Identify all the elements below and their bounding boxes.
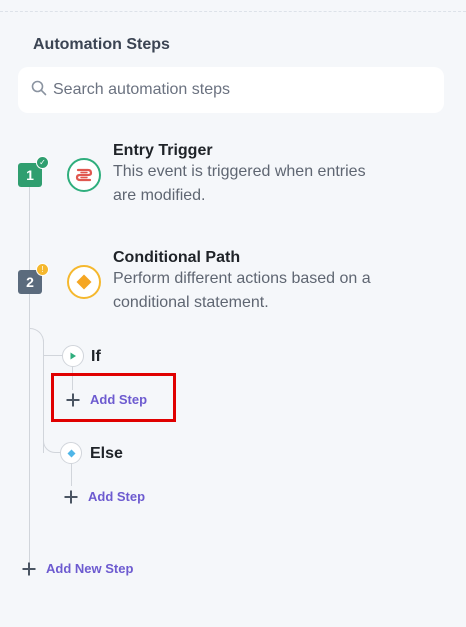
check-icon: ✓	[36, 156, 49, 169]
panel-title: Automation Steps	[33, 36, 170, 53]
add-step-button[interactable]: Add Step	[64, 489, 145, 504]
step-title[interactable]: Conditional Path	[113, 249, 240, 267]
step-description: Perform different actions based on a con…	[113, 270, 371, 311]
entry-trigger-icon[interactable]	[67, 158, 101, 192]
conditional-diamond-icon[interactable]	[67, 265, 101, 299]
search-box[interactable]	[18, 67, 444, 113]
top-divider	[0, 11, 466, 12]
search-input[interactable]	[51, 80, 435, 100]
add-new-step-button[interactable]: Add New Step	[22, 561, 133, 576]
branch-label-else: Else	[90, 445, 123, 462]
plus-icon	[64, 490, 78, 503]
else-branch-line	[71, 462, 72, 486]
play-icon	[62, 345, 84, 367]
diamond-icon	[60, 442, 82, 464]
highlight-box	[51, 373, 176, 422]
step-description: This event is triggered when entries are…	[113, 163, 366, 204]
branch-label-if: If	[91, 348, 101, 365]
warning-icon: !	[36, 263, 49, 276]
add-new-step-label: Add New Step	[46, 561, 134, 576]
step-title[interactable]: Entry Trigger	[113, 142, 213, 160]
branch-connector-if	[43, 355, 63, 356]
search-icon	[31, 80, 47, 101]
plus-icon	[22, 562, 36, 575]
add-step-label: Add Step	[88, 489, 146, 504]
branch-connector	[29, 328, 44, 453]
